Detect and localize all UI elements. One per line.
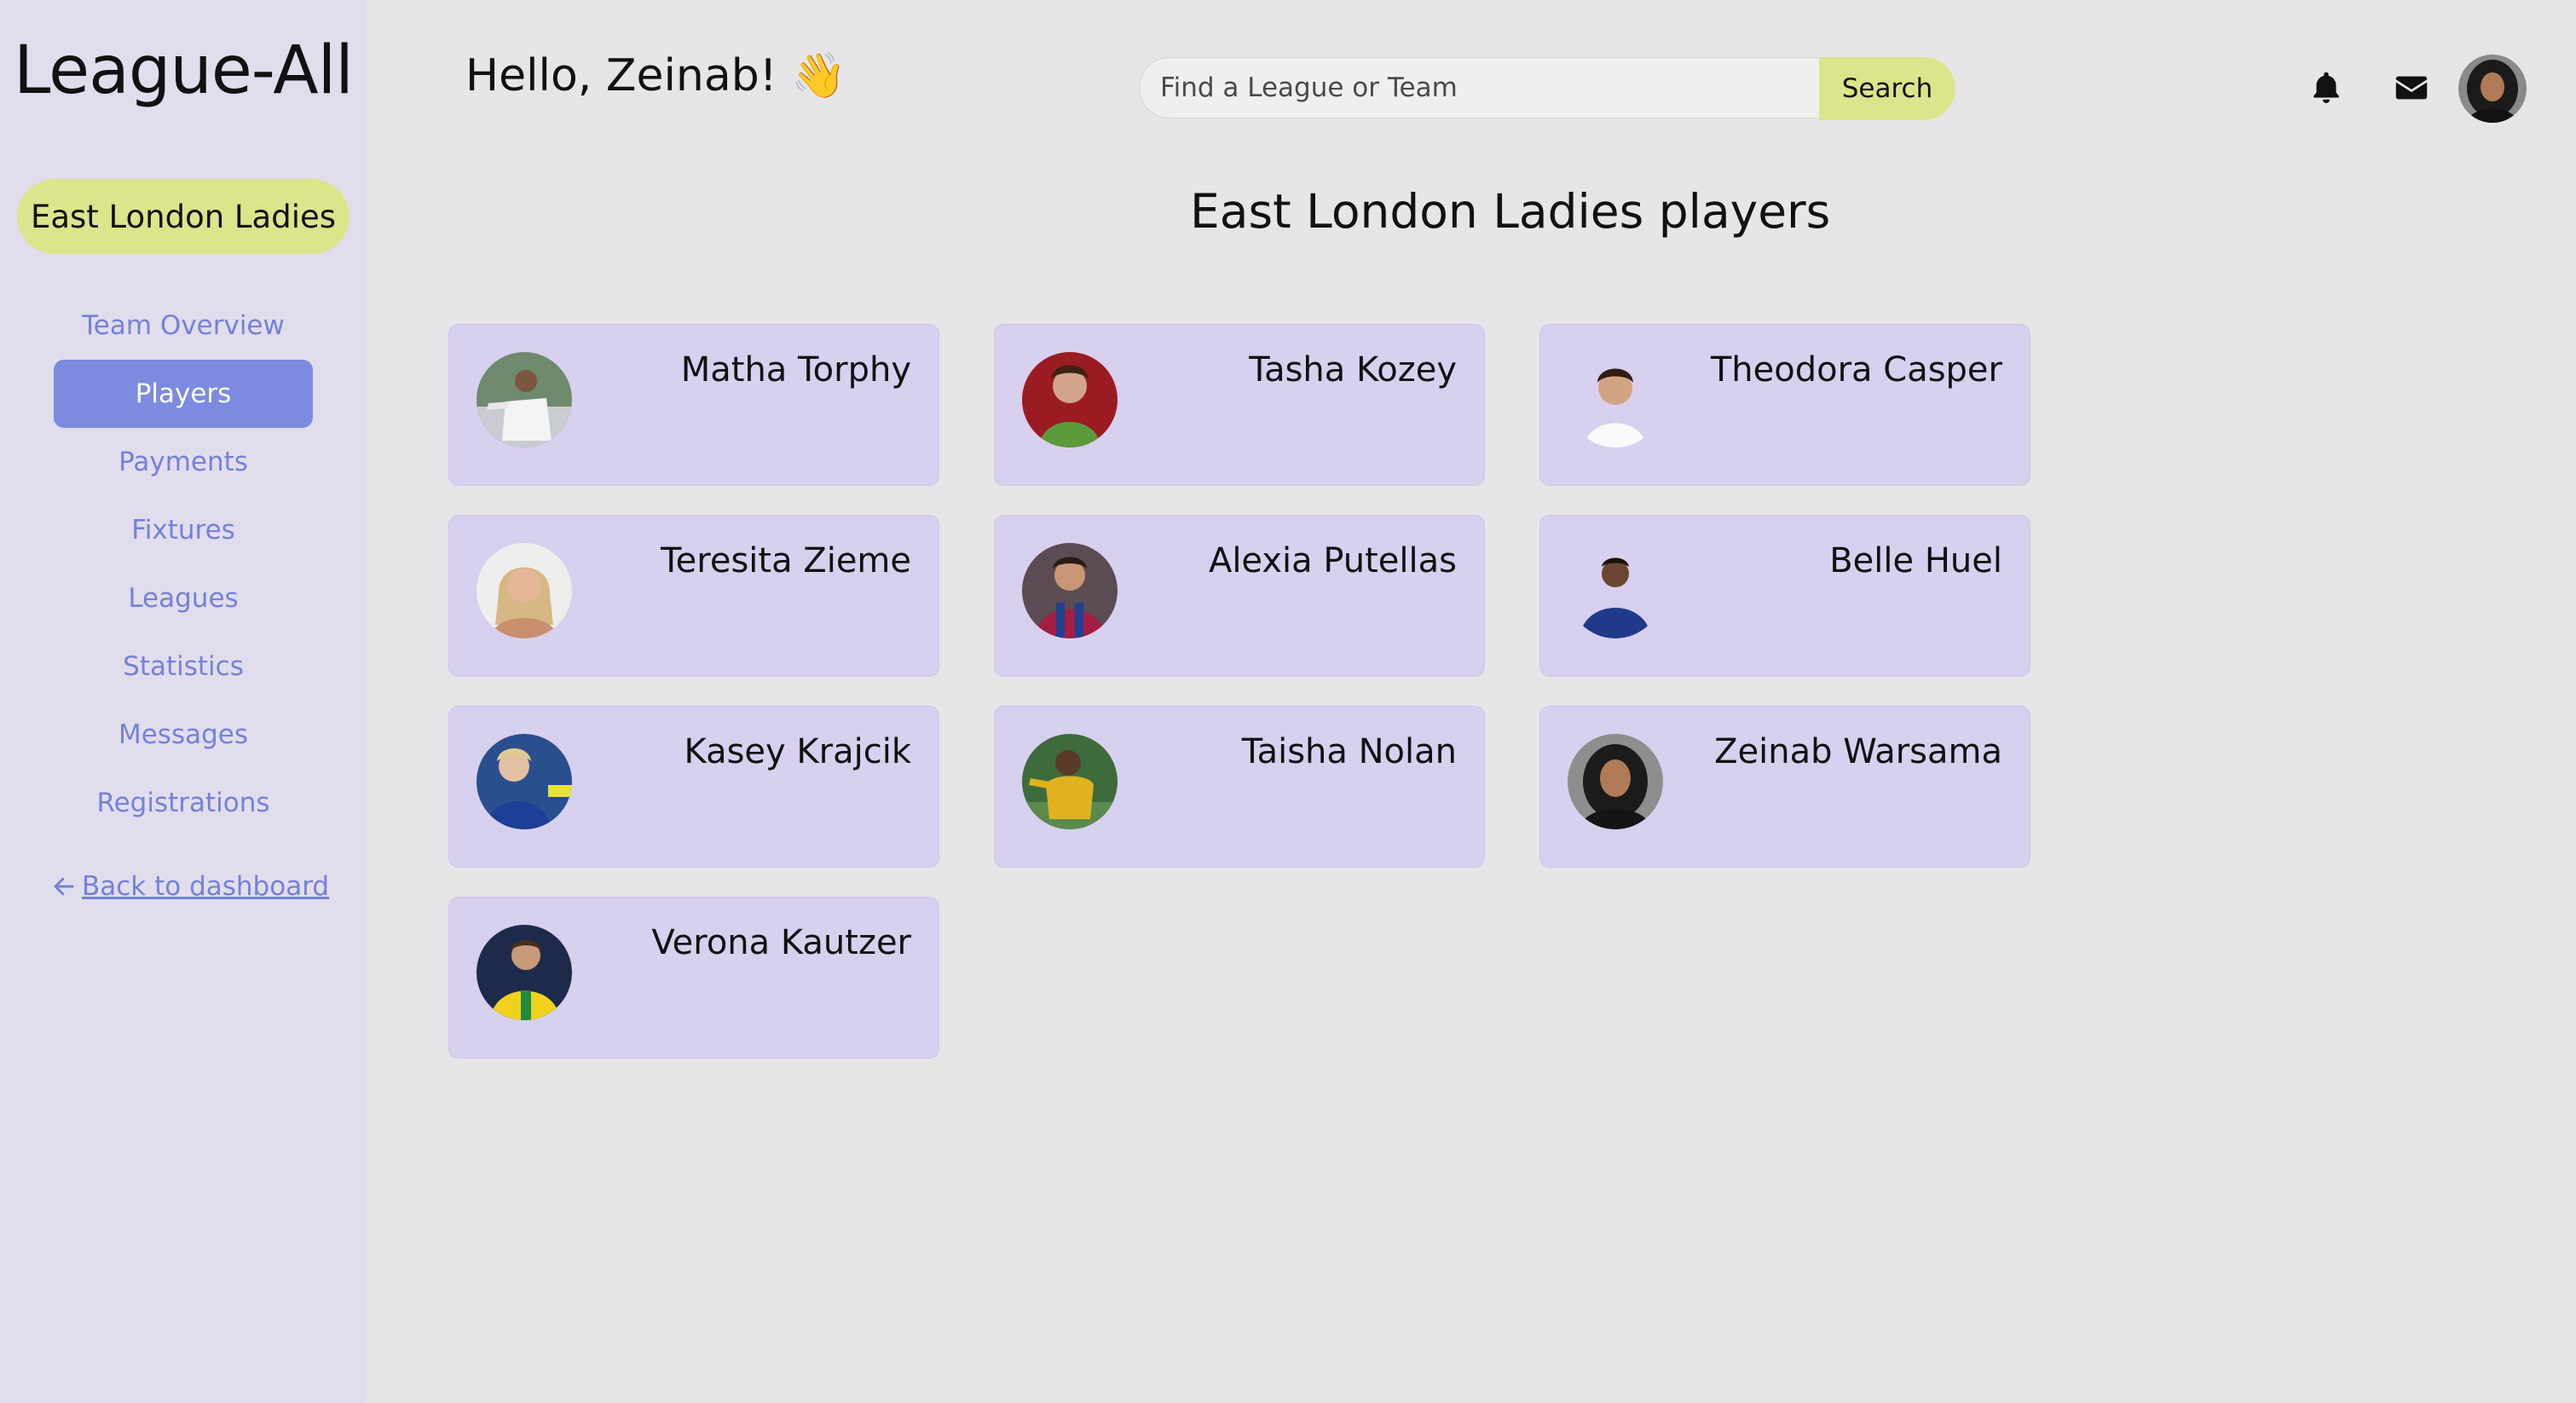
- sidebar-item-statistics[interactable]: Statistics: [0, 632, 367, 701]
- player-card[interactable]: Theodora Casper: [1539, 324, 2030, 486]
- sidebar-item-fixtures[interactable]: Fixtures: [0, 496, 367, 564]
- player-name: Belle Huel: [1829, 541, 2002, 580]
- player-photo: [1568, 352, 1663, 447]
- page-title: East London Ladies players: [1190, 184, 1831, 239]
- sidebar-item-players[interactable]: Players: [54, 360, 313, 428]
- player-card[interactable]: Tasha Kozey: [994, 324, 1485, 486]
- player-card[interactable]: Alexia Putellas: [994, 515, 1485, 677]
- user-avatar[interactable]: [2458, 55, 2527, 123]
- bell-icon[interactable]: [2307, 68, 2346, 107]
- search-bar: Search: [1139, 57, 1957, 120]
- player-name: Matha Torphy: [680, 350, 911, 390]
- envelope-icon[interactable]: [2392, 68, 2431, 107]
- sidebar-item-registrations[interactable]: Registrations: [0, 769, 367, 837]
- player-photo: [477, 925, 572, 1020]
- team-name-badge: East London Ladies: [17, 179, 349, 254]
- player-photo: [1022, 734, 1118, 829]
- player-card[interactable]: Taisha Nolan: [994, 706, 1485, 868]
- sidebar-item-leagues[interactable]: Leagues: [0, 564, 367, 632]
- player-photo: [1022, 352, 1118, 447]
- arrow-left-icon: [51, 874, 77, 899]
- player-photo: [1568, 734, 1663, 829]
- player-name: Alexia Putellas: [1208, 541, 1457, 580]
- player-name: Zeinab Warsama: [1714, 732, 2002, 771]
- back-link-label: Back to dashboard: [82, 871, 330, 902]
- player-card[interactable]: Verona Kautzer: [448, 897, 939, 1059]
- player-card[interactable]: Zeinab Warsama: [1539, 706, 2030, 868]
- player-card[interactable]: Kasey Krajcik: [448, 706, 939, 868]
- search-input[interactable]: [1139, 57, 1821, 118]
- player-card[interactable]: Teresita Zieme: [448, 515, 939, 677]
- player-card[interactable]: Matha Torphy: [448, 324, 939, 486]
- sidebar: League-All East London Ladies Team Overv…: [0, 0, 367, 1403]
- sidebar-item-messages[interactable]: Messages: [0, 701, 367, 769]
- player-card[interactable]: Belle Huel: [1539, 515, 2030, 677]
- app-logo[interactable]: League-All: [14, 32, 354, 109]
- player-photo: [477, 352, 572, 447]
- player-name: Taisha Nolan: [1241, 732, 1457, 771]
- player-photo: [477, 734, 572, 829]
- player-name: Theodora Casper: [1710, 350, 2002, 390]
- player-photo: [1022, 543, 1118, 638]
- player-name: Kasey Krajcik: [684, 732, 911, 771]
- player-name: Teresita Zieme: [661, 541, 911, 580]
- sidebar-item-payments[interactable]: Payments: [0, 428, 367, 496]
- back-to-dashboard-link[interactable]: Back to dashboard: [51, 871, 329, 902]
- greeting-heading: Hello, Zeinab! 👋: [465, 50, 846, 101]
- player-photo: [1568, 543, 1663, 638]
- player-name: Tasha Kozey: [1249, 350, 1457, 390]
- player-photo: [477, 543, 572, 638]
- sidebar-item-team-overview[interactable]: Team Overview: [0, 292, 367, 360]
- player-name: Verona Kautzer: [651, 923, 911, 962]
- search-button[interactable]: Search: [1819, 57, 1955, 120]
